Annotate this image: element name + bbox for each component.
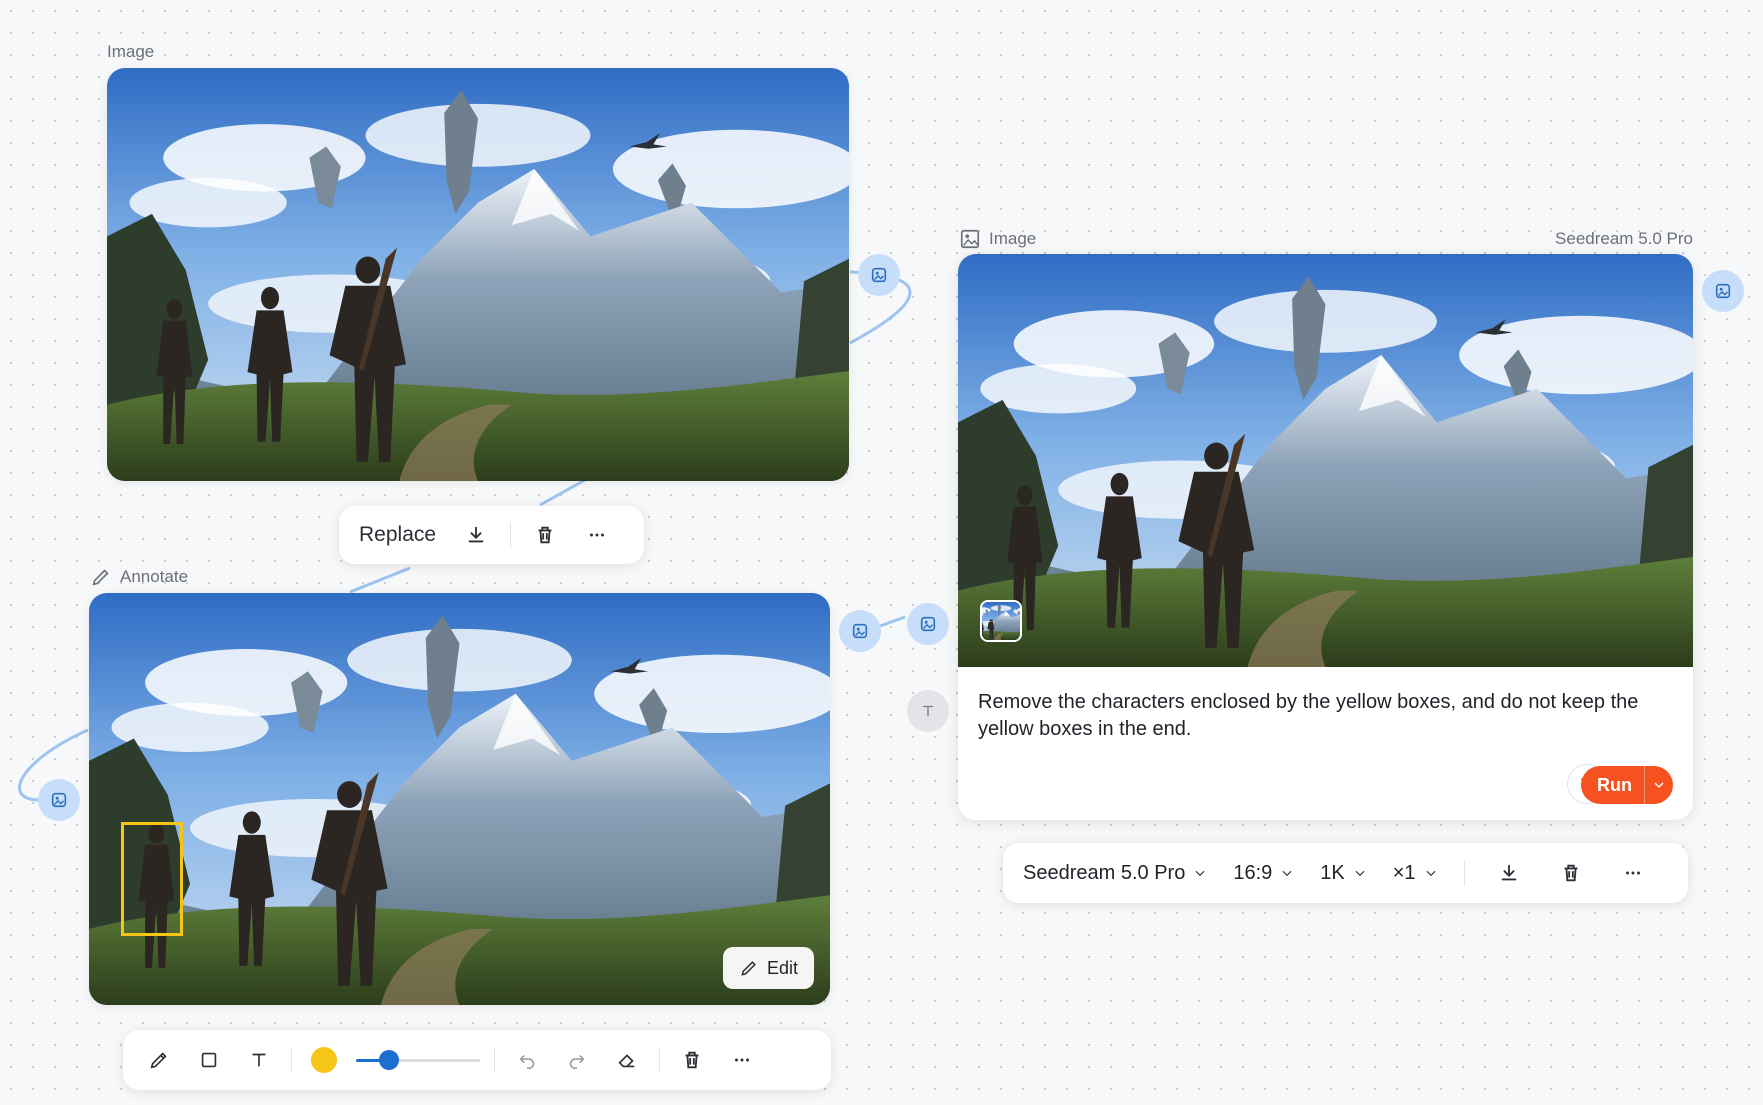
reference-thumbnail[interactable] <box>980 600 1022 642</box>
trash-icon <box>538 526 552 544</box>
chevron-down-icon <box>1282 870 1292 877</box>
more-icon <box>735 1058 749 1062</box>
annotate-image[interactable]: Edit <box>89 593 830 1005</box>
result-card: Remove the characters enclosed by the ye… <box>958 254 1693 820</box>
download-icon <box>1501 864 1516 881</box>
pen-icon <box>150 1052 167 1069</box>
model-tag: Seedream 5.0 Pro <box>1555 229 1693 248</box>
divider <box>291 1047 292 1073</box>
color-swatch <box>311 1047 337 1073</box>
divider <box>510 522 512 548</box>
download-icon <box>468 526 484 543</box>
divider <box>659 1047 660 1073</box>
undo-icon <box>519 1054 535 1070</box>
image-link-icon <box>920 616 936 632</box>
more-button[interactable] <box>1615 855 1651 891</box>
chevron-down-icon <box>1355 870 1365 877</box>
annotate-node-label: Annotate <box>90 566 188 588</box>
model-select-value: Seedream 5.0 Pro <box>1023 861 1186 884</box>
brush-size-slider[interactable] <box>356 1045 480 1075</box>
slider-knob[interactable] <box>378 1050 399 1070</box>
clear-button[interactable] <box>674 1042 710 1078</box>
rectangle-icon <box>201 1052 217 1068</box>
pen-tool-button[interactable] <box>141 1042 177 1078</box>
pencil-icon <box>741 961 756 976</box>
more-icon <box>1625 871 1640 875</box>
pencil-icon <box>92 569 109 586</box>
more-button[interactable] <box>724 1042 760 1078</box>
text-icon <box>252 1053 266 1067</box>
prompt-text[interactable]: Remove the characters enclosed by the ye… <box>958 667 1693 743</box>
top-image-label: Image <box>107 42 155 61</box>
result-image-input-port[interactable] <box>907 603 949 645</box>
download-button[interactable] <box>458 517 494 553</box>
image-icon <box>960 229 980 249</box>
aspect-ratio-select[interactable]: 16:9 <box>1233 862 1294 885</box>
run-label: Run <box>1597 774 1632 795</box>
run-options-button[interactable] <box>1644 766 1673 804</box>
trash-icon <box>1564 864 1577 882</box>
count-select[interactable]: ×1 <box>1393 862 1438 885</box>
image-toolbar: Replace <box>339 506 644 564</box>
edit-label: Edit <box>766 957 798 978</box>
result-node-label: Image <box>959 228 1036 250</box>
delete-button[interactable] <box>527 517 563 553</box>
redo-icon <box>569 1054 585 1070</box>
download-button[interactable] <box>1491 855 1527 891</box>
result-image[interactable] <box>958 254 1693 667</box>
eraser-button[interactable] <box>609 1042 645 1078</box>
model-select[interactable]: Seedream 5.0 Pro <box>1023 862 1207 885</box>
annotation-box[interactable] <box>121 822 183 936</box>
color-picker[interactable] <box>306 1042 342 1078</box>
top-image-node-label: Image <box>107 42 154 62</box>
divider <box>1463 860 1465 886</box>
redo-button[interactable] <box>559 1042 595 1078</box>
text-tool-button[interactable] <box>241 1042 277 1078</box>
annotate-input-port[interactable] <box>38 779 80 821</box>
delete-button[interactable] <box>1553 855 1589 891</box>
chevron-down-icon <box>1426 870 1436 877</box>
result-output-port[interactable] <box>1702 270 1744 312</box>
image-link-icon <box>1715 283 1731 299</box>
divider <box>494 1047 495 1073</box>
undo-button[interactable] <box>509 1042 545 1078</box>
top-image-output-port[interactable] <box>858 254 900 296</box>
image-link-icon <box>852 623 868 639</box>
chevron-down-icon <box>1195 870 1205 877</box>
rectangle-tool-button[interactable] <box>191 1042 227 1078</box>
aspect-ratio-value: 16:9 <box>1233 861 1273 884</box>
annotate-toolbar <box>123 1030 831 1090</box>
more-icon <box>590 533 605 537</box>
result-text-input-port[interactable] <box>907 690 949 732</box>
trash-icon <box>685 1051 699 1069</box>
eraser-icon <box>618 1054 635 1068</box>
image-link-icon <box>871 267 887 283</box>
image-link-icon <box>51 792 67 808</box>
resolution-select[interactable]: 1K <box>1320 862 1366 885</box>
edit-button[interactable]: Edit <box>722 947 814 989</box>
replace-button[interactable]: Replace <box>353 517 442 553</box>
more-button[interactable] <box>579 517 615 553</box>
text-icon <box>922 705 934 717</box>
top-image[interactable] <box>107 68 849 481</box>
count-value: ×1 <box>1392 861 1416 884</box>
run-button[interactable]: Run <box>1581 766 1673 804</box>
result-label: Image <box>989 229 1037 248</box>
annotate-output-port[interactable] <box>839 610 881 652</box>
generation-toolbar: Seedream 5.0 Pro 16:9 1K ×1 <box>1003 843 1688 903</box>
annotate-label: Annotate <box>120 567 189 586</box>
chevron-down-icon <box>1654 782 1664 789</box>
resolution-value: 1K <box>1320 861 1345 884</box>
